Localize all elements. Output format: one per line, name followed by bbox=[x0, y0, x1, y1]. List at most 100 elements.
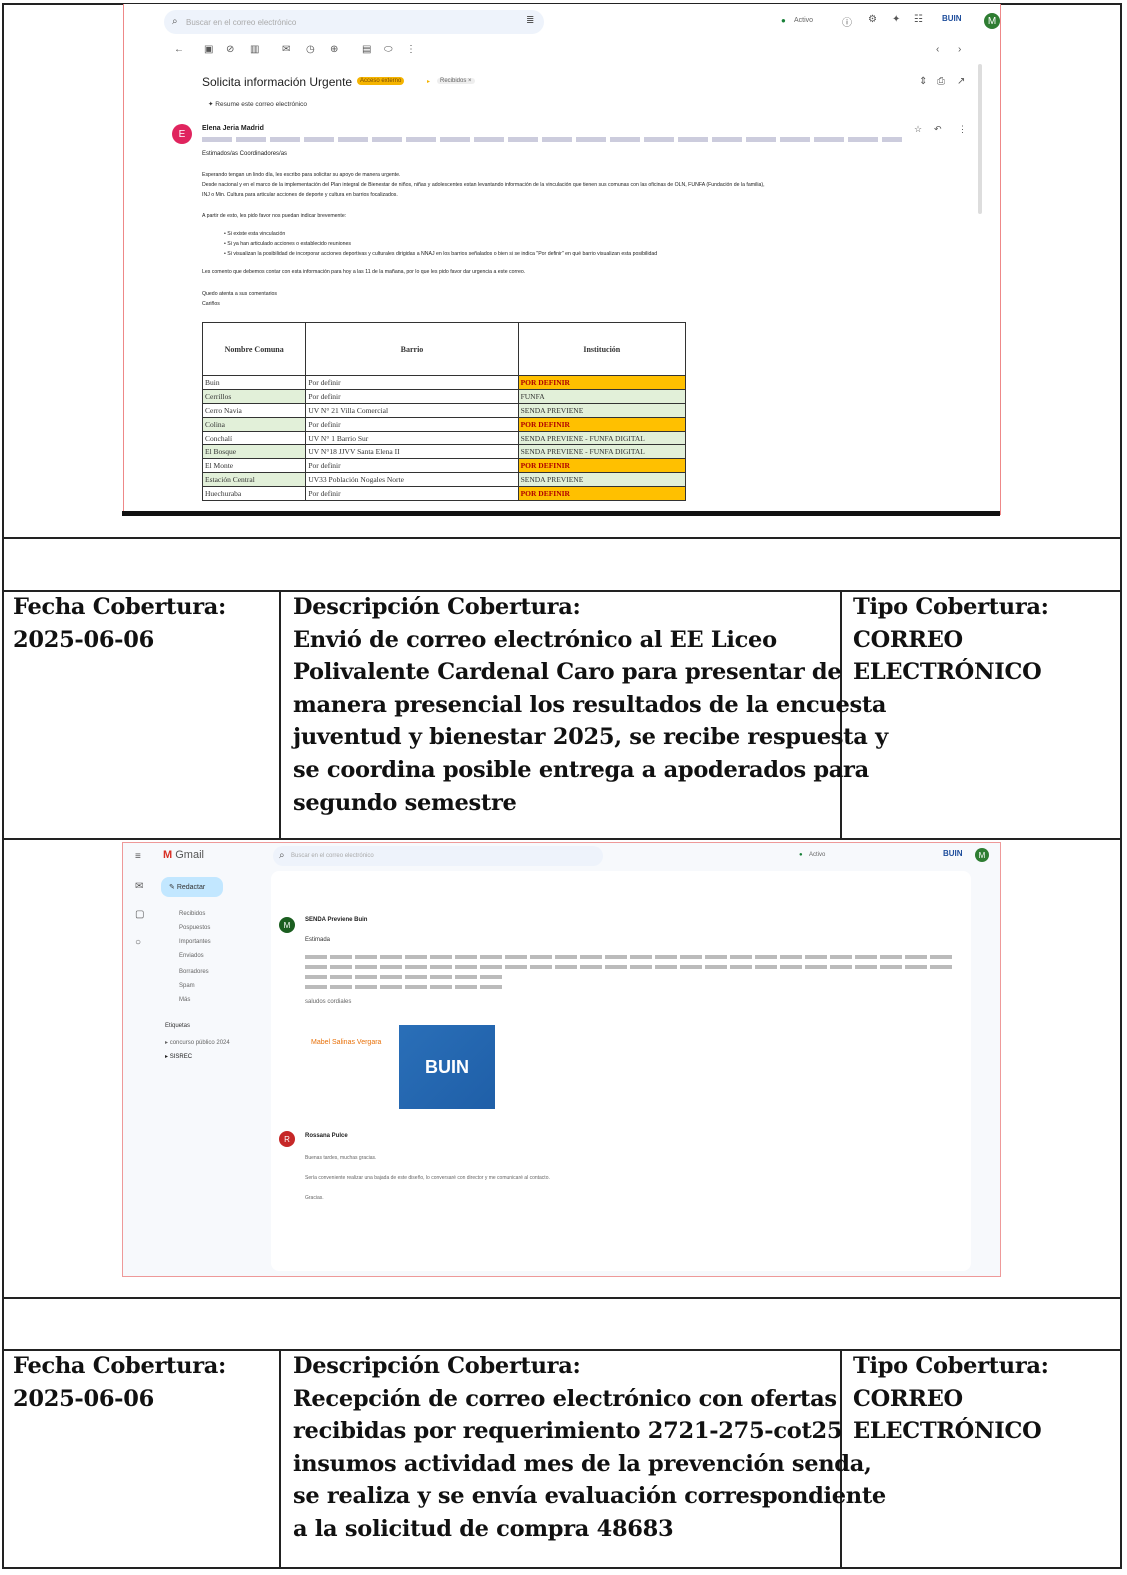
chat-icon[interactable]: ▢ bbox=[135, 909, 144, 920]
email-screenshot-1: ⌕ Buscar en el correo electrónico ≣ ● Ac… bbox=[123, 4, 1001, 515]
search-icon: ⌕ bbox=[279, 850, 285, 861]
comuna-cell: El Monte bbox=[201, 458, 307, 474]
summarize-label: Resume este correo electrónico bbox=[215, 101, 308, 108]
descripcion-line: juventud y bienestar 2025, se recibe res… bbox=[293, 724, 888, 751]
sender-avatar: E bbox=[172, 124, 192, 144]
open-new-icon[interactable]: ↗ bbox=[957, 76, 965, 87]
institucion-cell: SENDA PREVIENE - FUNFA DIGITAL bbox=[517, 430, 687, 446]
barrio-cell: UV N° 21 Villa Comercial bbox=[305, 402, 519, 418]
nav-item-inbox[interactable]: Recibidos bbox=[179, 911, 205, 917]
body-text-placeholder bbox=[305, 965, 955, 969]
barrio-cell: UV33 Población Nogales Norte bbox=[305, 472, 519, 488]
nav-item-sent[interactable]: Enviados bbox=[179, 953, 204, 959]
print-icon[interactable]: ⎙ bbox=[937, 76, 945, 87]
tipo-cell: Tipo Cobertura: CORREO ELECTRÓNICO bbox=[853, 1350, 1049, 1448]
descripcion-label: Descripción Cobertura: bbox=[293, 594, 581, 620]
barrio-cell: UV N° 1 Barrio Sur bbox=[305, 430, 519, 446]
comuna-cell: Conchalí bbox=[201, 430, 307, 446]
comuna-cell: Colina bbox=[201, 416, 307, 432]
brand-logo: BUIN bbox=[943, 849, 963, 858]
label-item[interactable]: ▸ SISREC bbox=[165, 1053, 192, 1060]
row-divider bbox=[2, 1297, 1122, 1299]
bullet-text: Si ya han articulado acciones o establec… bbox=[227, 241, 351, 247]
nav-item-more[interactable]: Más bbox=[179, 997, 190, 1003]
barrios-table: Nombre Comuna Barrio Institución Buin Por… bbox=[201, 322, 687, 502]
table-row: Buin Por definir POR DEFINIR bbox=[201, 375, 687, 390]
scrollbar[interactable] bbox=[978, 64, 982, 214]
descripcion-line: insumos actividad mes de la prevención s… bbox=[293, 1450, 872, 1477]
mail-rail-icon[interactable]: ✉ bbox=[135, 881, 143, 892]
delete-icon[interactable]: ▥ bbox=[250, 44, 259, 55]
sender-name: SENDA Previene Buin bbox=[305, 917, 368, 923]
archive-icon[interactable]: ▣ bbox=[204, 44, 213, 55]
task-icon[interactable]: ⊕ bbox=[330, 44, 338, 55]
external-badge: Acceso externo bbox=[357, 77, 405, 85]
summarize-button[interactable]: ✦ Resume este correo electrónico bbox=[208, 100, 307, 108]
table-header: Barrio bbox=[305, 322, 519, 376]
labels-title: Etiquetas bbox=[165, 1023, 191, 1029]
star-icon[interactable]: ☆ bbox=[914, 124, 922, 135]
filter-icon[interactable]: ≣ bbox=[526, 15, 534, 26]
row-divider bbox=[2, 838, 1122, 840]
expand-icon[interactable]: ⇕ bbox=[919, 76, 927, 87]
account-avatar[interactable]: M bbox=[975, 848, 989, 862]
comuna-cell: Buin bbox=[201, 375, 307, 390]
nav-item-spam[interactable]: Spam bbox=[179, 983, 195, 989]
next-icon[interactable]: › bbox=[958, 44, 961, 55]
institucion-cell: SENDA PREVIENE bbox=[517, 402, 687, 418]
institucion-cell: POR DEFINIR bbox=[517, 486, 687, 502]
more-icon[interactable]: ⋮ bbox=[406, 44, 416, 55]
gear-icon[interactable]: ⚙ bbox=[868, 14, 877, 25]
menu-icon[interactable]: ≡ bbox=[135, 851, 141, 862]
status-label[interactable]: Activo bbox=[794, 17, 813, 24]
tipo-cell: Tipo Cobertura: CORREO ELECTRÓNICO bbox=[853, 591, 1049, 689]
label-icon[interactable]: ⬭ bbox=[384, 44, 393, 55]
body-line: INJ o Min. Cultura para articular accion… bbox=[202, 192, 398, 198]
important-icon[interactable]: ▸ bbox=[427, 78, 430, 85]
descripcion-line: manera presencial los resultados de la e… bbox=[293, 691, 887, 718]
bullet-text: Si existe esta vinculación bbox=[227, 231, 286, 237]
more-vert-icon[interactable]: ⋮ bbox=[958, 124, 967, 135]
bullet-item: • Si ya han articulado acciones o establ… bbox=[224, 241, 351, 247]
tipo-line: CORREO bbox=[853, 626, 963, 653]
report-icon[interactable]: ⊘ bbox=[226, 44, 234, 55]
reply-line: Buenas tardes, muchas gracias. bbox=[305, 1155, 377, 1161]
table-header: Institución bbox=[517, 322, 687, 376]
recipients-line bbox=[202, 137, 902, 142]
sender-name: Elena Jeria Madrid bbox=[202, 125, 264, 132]
help-icon[interactable]: ⓘ bbox=[842, 14, 852, 29]
search-bar[interactable]: ⌕ Buscar en el correo electrónico ≣ bbox=[164, 10, 544, 34]
column-divider bbox=[279, 1349, 281, 1569]
app-rail: ≡ ✉ ▢ ○ bbox=[123, 843, 157, 1276]
descripcion-cell: Descripción Cobertura: Recepción de corr… bbox=[293, 1350, 886, 1546]
account-avatar[interactable]: M bbox=[984, 13, 1000, 29]
comuna-cell: Cerro Navia bbox=[201, 402, 307, 418]
prev-icon[interactable]: ‹ bbox=[936, 44, 939, 55]
nav-item-drafts[interactable]: Borradores bbox=[179, 969, 209, 975]
fecha-label: Fecha Cobertura: bbox=[13, 594, 227, 620]
column-divider bbox=[279, 590, 281, 839]
sender-name: Rossana Pulce bbox=[305, 1133, 348, 1139]
label-item[interactable]: ▸ concurso público 2024 bbox=[165, 1039, 230, 1046]
fecha-value: 2025-06-06 bbox=[13, 626, 154, 653]
search-bar[interactable]: ⌕ Buscar en el correo electrónico bbox=[273, 846, 603, 866]
nav-item-important[interactable]: Importantes bbox=[179, 939, 211, 945]
table-row: Colina Por definir POR DEFINIR bbox=[201, 416, 687, 432]
move-icon[interactable]: ▤ bbox=[362, 44, 371, 55]
barrio-cell: UV N°18 JJVV Santa Elena II bbox=[305, 444, 519, 460]
status-label[interactable]: Activo bbox=[809, 852, 825, 858]
snooze-icon[interactable]: ◷ bbox=[306, 44, 315, 55]
mail-icon[interactable]: ✉ bbox=[282, 44, 290, 55]
inbox-label[interactable]: Recibidos × bbox=[437, 78, 475, 84]
apps-icon[interactable]: ☷ bbox=[914, 14, 923, 25]
sparkle-icon[interactable]: ✦ bbox=[892, 14, 900, 25]
barrio-cell: Por definir bbox=[305, 375, 519, 390]
reply-icon[interactable]: ↶ bbox=[934, 124, 942, 135]
back-arrow-icon[interactable]: ← bbox=[174, 44, 184, 55]
meet-icon[interactable]: ○ bbox=[135, 937, 141, 948]
institucion-cell: SENDA PREVIENE - FUNFA DIGITAL bbox=[517, 444, 687, 460]
table-row: Cerro Navia UV N° 21 Villa Comercial SENDA… bbox=[201, 402, 687, 418]
nav-item-snoozed[interactable]: Pospuestos bbox=[179, 925, 210, 931]
descripcion-line: a la solicitud de compra 48683 bbox=[293, 1515, 674, 1542]
compose-button[interactable]: ✎ Redactar bbox=[161, 877, 223, 897]
